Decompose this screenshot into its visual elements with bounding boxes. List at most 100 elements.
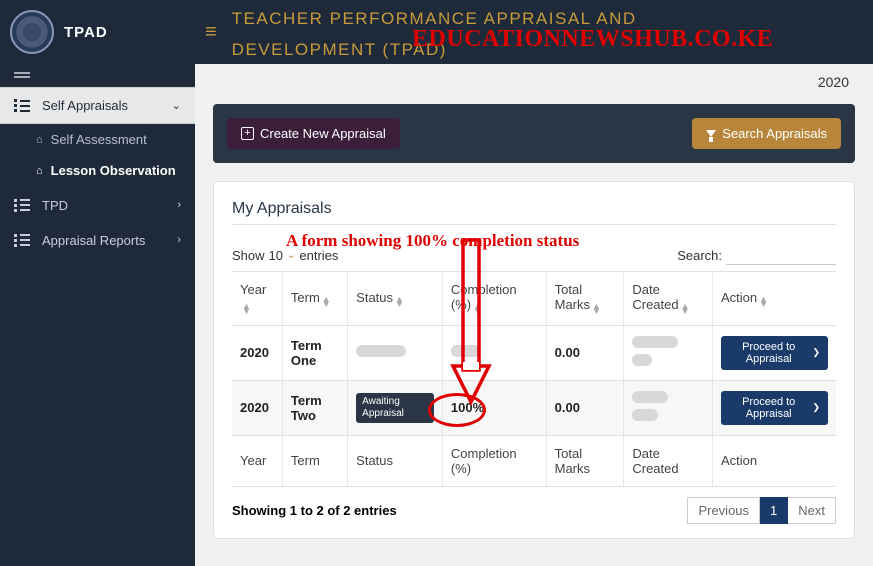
cell-date-created [624,380,713,435]
table-row: 2020 Term Two Awaiting Appraisal 100% 0.… [232,380,836,435]
redacted [632,354,652,366]
next-button[interactable]: Next [788,497,836,524]
button-label: Proceed to Appraisal [729,341,809,365]
table-footer: Showing 1 to 2 of 2 entries Previous 1 N… [232,497,836,524]
col-action[interactable]: Action▲▼ [712,272,836,326]
home-icon: ⌂ [36,165,43,177]
footcell-date-created: Date Created [624,435,713,486]
button-label: Search Appraisals [722,126,827,141]
divider [232,224,836,225]
cell-status [348,325,443,380]
year-display: 2020 [818,74,849,90]
filter-icon [706,130,716,137]
table-header-row: Year▲▼ Term▲▼ Status▲▼ Completion (%)▲▼ … [232,272,836,326]
cell-total-marks: 0.00 [546,380,624,435]
logo-area: TPAD [0,10,195,54]
cell-status: Awaiting Appraisal [348,380,443,435]
watermark-overlay: EDUCATIONNEWSHUB.CO.KE [412,26,773,53]
chevron-right-icon: ❯ [812,402,820,413]
col-term[interactable]: Term▲▼ [282,272,347,326]
footcell-total-marks: Total Marks [546,435,624,486]
prev-button[interactable]: Previous [687,497,760,524]
footcell-completion: Completion (%) [442,435,546,486]
main-content: 2020 + Create New Appraisal Search Appra… [195,64,873,566]
sidebar: Self Appraisals ⌄ ⌂ Self Assessment ⌂ Le… [0,64,195,566]
panel-title: My Appraisals [232,200,836,218]
col-year[interactable]: Year▲▼ [232,272,282,326]
caret-down-icon: ⌄ [287,250,295,261]
table-footer-row: Year Term Status Completion (%) Total Ma… [232,435,836,486]
sidebar-label: Self Appraisals [42,98,128,113]
col-completion[interactable]: Completion (%)▲▼ [442,272,546,326]
sort-icon: ▲▼ [322,297,331,308]
app-name: TPAD [64,24,108,41]
chevron-down-icon: ⌄ [172,99,181,112]
sidebar-item-self-appraisals[interactable]: Self Appraisals ⌄ [0,87,195,124]
search-appraisals-button[interactable]: Search Appraisals [692,118,841,149]
sidebar-sublabel: Lesson Observation [51,163,176,180]
search-input[interactable] [726,245,836,265]
menu-toggle-icon[interactable]: ≡ [205,21,217,44]
entries-info: Showing 1 to 2 of 2 entries [232,503,397,518]
sidebar-collapsed-item[interactable] [0,64,195,87]
cell-term: Term Two [282,380,347,435]
redacted [632,391,668,403]
table-row: 2020 Term One 0.00 Proceed to Appraisal … [232,325,836,380]
footcell-action: Action [712,435,836,486]
cell-action: Proceed to Appraisal ❯ [712,380,836,435]
cell-completion [442,325,546,380]
sidebar-item-tpd[interactable]: TPD › [0,188,195,223]
proceed-button[interactable]: Proceed to Appraisal ❯ [721,391,828,425]
sidebar-item-appraisal-reports[interactable]: Appraisal Reports › [0,223,195,258]
sidebar-sublabel: Self Assessment [51,132,147,147]
footcell-term: Term [282,435,347,486]
col-date-created[interactable]: Date Created▲▼ [624,272,713,326]
col-status[interactable]: Status▲▼ [348,272,443,326]
sort-icon: ▲▼ [473,304,482,315]
cell-date-created [624,325,713,380]
sidebar-subitem-self-assessment[interactable]: ⌂ Self Assessment [0,124,195,155]
redacted [451,345,481,357]
sort-icon: ▲▼ [681,304,690,315]
button-label: Proceed to Appraisal [729,396,809,420]
redacted [632,409,658,421]
cell-total-marks: 0.00 [546,325,624,380]
list-icon [14,199,32,212]
proceed-button[interactable]: Proceed to Appraisal ❯ [721,336,828,370]
chevron-right-icon: › [177,234,181,246]
table-search: Search: [677,245,836,265]
list-icon [14,234,32,247]
appraisals-panel: My Appraisals A form showing 100% comple… [213,181,855,539]
cell-year: 2020 [232,380,282,435]
pagination: Previous 1 Next [687,497,836,524]
create-appraisal-button[interactable]: + Create New Appraisal [227,118,400,149]
app-logo [10,10,54,54]
sidebar-label: TPD [42,198,68,213]
cell-year: 2020 [232,325,282,380]
action-bar: + Create New Appraisal Search Appraisals [213,104,855,163]
annotation-text: A form showing 100% completion status [286,231,579,251]
cell-term: Term One [282,325,347,380]
page-number[interactable]: 1 [760,497,788,524]
status-badge: Awaiting Appraisal [356,393,434,423]
show-label: Show [232,248,265,263]
show-count: 10 [269,248,283,263]
chevron-right-icon: ❯ [812,347,820,358]
sidebar-label: Appraisal Reports [42,233,145,248]
sort-icon: ▲▼ [759,297,768,308]
plus-icon: + [241,127,254,140]
sort-icon: ▲▼ [395,297,404,308]
chevron-right-icon: › [177,199,181,211]
list-icon [14,99,32,112]
footcell-year: Year [232,435,282,486]
cell-action: Proceed to Appraisal ❯ [712,325,836,380]
sort-icon: ▲▼ [242,304,251,315]
appraisals-table: Year▲▼ Term▲▼ Status▲▼ Completion (%)▲▼ … [232,271,836,487]
cell-completion: 100% [442,380,546,435]
home-icon: ⌂ [36,134,43,146]
search-label: Search: [677,248,722,263]
redacted [356,345,406,357]
sidebar-subitem-lesson-observation[interactable]: ⌂ Lesson Observation [0,155,195,188]
redacted [632,336,678,348]
col-total-marks[interactable]: Total Marks▲▼ [546,272,624,326]
